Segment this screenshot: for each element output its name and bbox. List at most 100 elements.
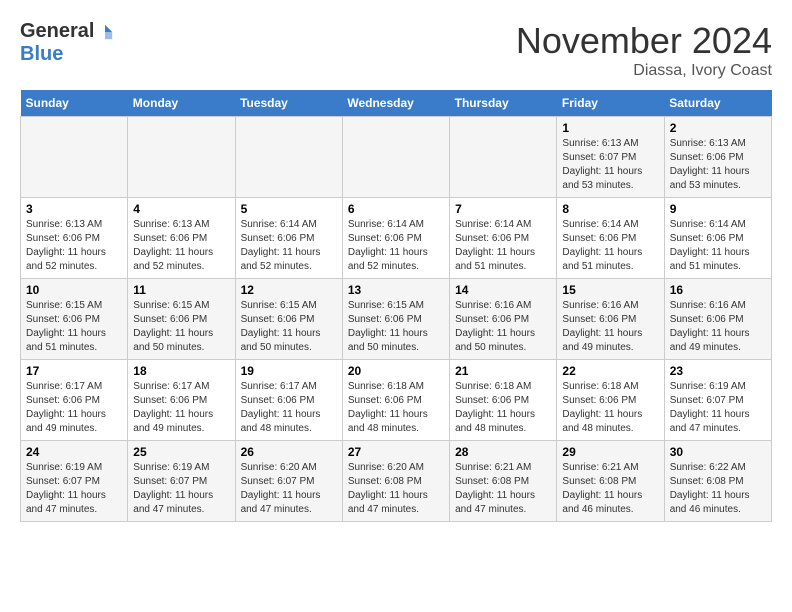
- day-content: Sunrise: 6:20 AM Sunset: 6:07 PM Dayligh…: [241, 461, 337, 517]
- day-content: Sunrise: 6:19 AM Sunset: 6:07 PM Dayligh…: [26, 461, 122, 517]
- calendar-cell: 14 Sunrise: 6:16 AM Sunset: 6:06 PM Dayli…: [450, 279, 557, 360]
- calendar-week-row: 17 Sunrise: 6:17 AM Sunset: 6:06 PM Dayli…: [21, 360, 772, 441]
- calendar-cell: 8 Sunrise: 6:14 AM Sunset: 6:06 PM Daylig…: [557, 198, 664, 279]
- title-section: November 2024 Diassa, Ivory Coast: [516, 20, 772, 80]
- day-content: Sunrise: 6:17 AM Sunset: 6:06 PM Dayligh…: [241, 380, 337, 436]
- calendar-week-row: 24 Sunrise: 6:19 AM Sunset: 6:07 PM Dayli…: [21, 441, 772, 522]
- calendar-cell: 19 Sunrise: 6:17 AM Sunset: 6:06 PM Dayli…: [235, 360, 342, 441]
- day-content: Sunrise: 6:13 AM Sunset: 6:06 PM Dayligh…: [26, 218, 122, 274]
- day-number: 9: [670, 202, 766, 216]
- day-header-friday: Friday: [557, 90, 664, 117]
- day-number: 19: [241, 364, 337, 378]
- calendar-cell: 24 Sunrise: 6:19 AM Sunset: 6:07 PM Dayli…: [21, 441, 128, 522]
- day-content: Sunrise: 6:17 AM Sunset: 6:06 PM Dayligh…: [133, 380, 229, 436]
- day-number: 14: [455, 283, 551, 297]
- day-number: 21: [455, 364, 551, 378]
- calendar-cell: 9 Sunrise: 6:14 AM Sunset: 6:06 PM Daylig…: [664, 198, 771, 279]
- calendar-cell: 1Sunrise: 6:13 AM Sunset: 6:07 PM Daylig…: [557, 117, 664, 198]
- day-number: 8: [562, 202, 658, 216]
- day-content: Sunrise: 6:17 AM Sunset: 6:06 PM Dayligh…: [26, 380, 122, 436]
- day-number: 18: [133, 364, 229, 378]
- calendar-cell: 21 Sunrise: 6:18 AM Sunset: 6:06 PM Dayli…: [450, 360, 557, 441]
- day-header-sunday: Sunday: [21, 90, 128, 117]
- day-content: Sunrise: 6:22 AM Sunset: 6:08 PM Dayligh…: [670, 461, 766, 517]
- day-number: 13: [348, 283, 444, 297]
- calendar-cell: 15Sunrise: 6:16 AM Sunset: 6:06 PM Dayli…: [557, 279, 664, 360]
- calendar-table: SundayMondayTuesdayWednesdayThursdayFrid…: [20, 90, 772, 522]
- calendar-body: 1Sunrise: 6:13 AM Sunset: 6:07 PM Daylig…: [21, 117, 772, 522]
- day-content: Sunrise: 6:16 AM Sunset: 6:06 PM Dayligh…: [455, 299, 551, 355]
- calendar-cell: 18 Sunrise: 6:17 AM Sunset: 6:06 PM Dayli…: [128, 360, 235, 441]
- day-number: 12: [241, 283, 337, 297]
- day-content: Sunrise: 6:19 AM Sunset: 6:07 PM Dayligh…: [670, 380, 766, 436]
- calendar-cell: [450, 117, 557, 198]
- calendar-cell: 30 Sunrise: 6:22 AM Sunset: 6:08 PM Dayli…: [664, 441, 771, 522]
- day-number: 23: [670, 364, 766, 378]
- calendar-cell: [235, 117, 342, 198]
- calendar-cell: [128, 117, 235, 198]
- day-number: 6: [348, 202, 444, 216]
- day-number: 24: [26, 445, 122, 459]
- day-number: 5: [241, 202, 337, 216]
- location-subtitle: Diassa, Ivory Coast: [516, 62, 772, 80]
- day-number: 20: [348, 364, 444, 378]
- day-content: Sunrise: 6:18 AM Sunset: 6:06 PM Dayligh…: [562, 380, 658, 436]
- logo-general-text: General: [20, 20, 94, 43]
- day-content: Sunrise: 6:14 AM Sunset: 6:06 PM Dayligh…: [670, 218, 766, 274]
- calendar-week-row: 3Sunrise: 6:13 AM Sunset: 6:06 PM Daylig…: [21, 198, 772, 279]
- day-content: Sunrise: 6:13 AM Sunset: 6:06 PM Dayligh…: [133, 218, 229, 274]
- day-content: Sunrise: 6:13 AM Sunset: 6:06 PM Dayligh…: [670, 137, 766, 193]
- day-header-monday: Monday: [128, 90, 235, 117]
- day-content: Sunrise: 6:18 AM Sunset: 6:06 PM Dayligh…: [348, 380, 444, 436]
- day-content: Sunrise: 6:15 AM Sunset: 6:06 PM Dayligh…: [26, 299, 122, 355]
- day-number: 28: [455, 445, 551, 459]
- day-content: Sunrise: 6:20 AM Sunset: 6:08 PM Dayligh…: [348, 461, 444, 517]
- day-header-saturday: Saturday: [664, 90, 771, 117]
- calendar-cell: 23 Sunrise: 6:19 AM Sunset: 6:07 PM Dayli…: [664, 360, 771, 441]
- calendar-cell: 20 Sunrise: 6:18 AM Sunset: 6:06 PM Dayli…: [342, 360, 449, 441]
- day-content: Sunrise: 6:13 AM Sunset: 6:07 PM Dayligh…: [562, 137, 658, 193]
- day-content: Sunrise: 6:14 AM Sunset: 6:06 PM Dayligh…: [241, 218, 337, 274]
- day-number: 16: [670, 283, 766, 297]
- calendar-cell: 16 Sunrise: 6:16 AM Sunset: 6:06 PM Dayli…: [664, 279, 771, 360]
- calendar-cell: 27 Sunrise: 6:20 AM Sunset: 6:08 PM Dayli…: [342, 441, 449, 522]
- day-number: 22: [562, 364, 658, 378]
- day-content: Sunrise: 6:18 AM Sunset: 6:06 PM Dayligh…: [455, 380, 551, 436]
- day-number: 4: [133, 202, 229, 216]
- logo: General Blue: [20, 20, 114, 66]
- logo-icon: [96, 23, 114, 41]
- day-number: 25: [133, 445, 229, 459]
- day-content: Sunrise: 6:14 AM Sunset: 6:06 PM Dayligh…: [455, 218, 551, 274]
- day-number: 27: [348, 445, 444, 459]
- day-content: Sunrise: 6:16 AM Sunset: 6:06 PM Dayligh…: [670, 299, 766, 355]
- calendar-cell: [342, 117, 449, 198]
- day-content: Sunrise: 6:14 AM Sunset: 6:06 PM Dayligh…: [562, 218, 658, 274]
- day-header-tuesday: Tuesday: [235, 90, 342, 117]
- calendar-header-row: SundayMondayTuesdayWednesdayThursdayFrid…: [21, 90, 772, 117]
- day-number: 17: [26, 364, 122, 378]
- day-number: 30: [670, 445, 766, 459]
- day-number: 7: [455, 202, 551, 216]
- day-number: 29: [562, 445, 658, 459]
- calendar-cell: 6 Sunrise: 6:14 AM Sunset: 6:06 PM Daylig…: [342, 198, 449, 279]
- calendar-cell: 26 Sunrise: 6:20 AM Sunset: 6:07 PM Dayli…: [235, 441, 342, 522]
- calendar-cell: 3Sunrise: 6:13 AM Sunset: 6:06 PM Daylig…: [21, 198, 128, 279]
- day-header-wednesday: Wednesday: [342, 90, 449, 117]
- calendar-week-row: 1Sunrise: 6:13 AM Sunset: 6:07 PM Daylig…: [21, 117, 772, 198]
- calendar-cell: 10 Sunrise: 6:15 AM Sunset: 6:06 PM Dayli…: [21, 279, 128, 360]
- day-content: Sunrise: 6:15 AM Sunset: 6:06 PM Dayligh…: [133, 299, 229, 355]
- logo-blue-text: Blue: [20, 43, 63, 66]
- day-content: Sunrise: 6:14 AM Sunset: 6:06 PM Dayligh…: [348, 218, 444, 274]
- calendar-cell: 5 Sunrise: 6:14 AM Sunset: 6:06 PM Daylig…: [235, 198, 342, 279]
- calendar-cell: 28Sunrise: 6:21 AM Sunset: 6:08 PM Dayli…: [450, 441, 557, 522]
- day-content: Sunrise: 6:19 AM Sunset: 6:07 PM Dayligh…: [133, 461, 229, 517]
- day-number: 10: [26, 283, 122, 297]
- day-number: 11: [133, 283, 229, 297]
- calendar-cell: [21, 117, 128, 198]
- calendar-cell: 12Sunrise: 6:15 AM Sunset: 6:06 PM Dayli…: [235, 279, 342, 360]
- calendar-cell: 4 Sunrise: 6:13 AM Sunset: 6:06 PM Daylig…: [128, 198, 235, 279]
- day-content: Sunrise: 6:21 AM Sunset: 6:08 PM Dayligh…: [562, 461, 658, 517]
- day-number: 26: [241, 445, 337, 459]
- calendar-cell: 17 Sunrise: 6:17 AM Sunset: 6:06 PM Dayli…: [21, 360, 128, 441]
- calendar-week-row: 10 Sunrise: 6:15 AM Sunset: 6:06 PM Dayli…: [21, 279, 772, 360]
